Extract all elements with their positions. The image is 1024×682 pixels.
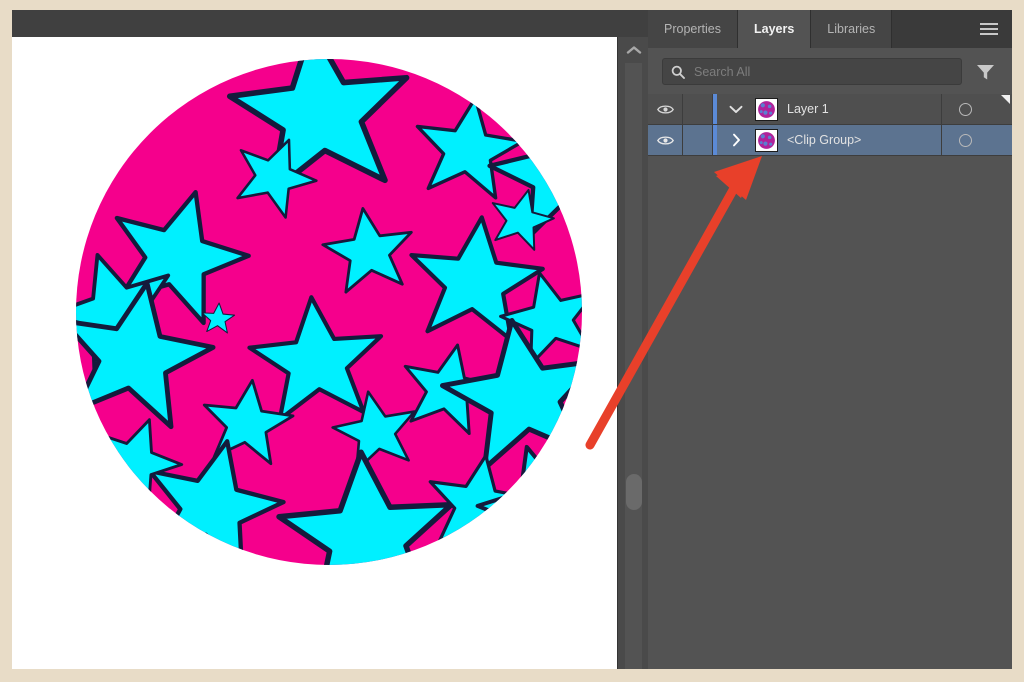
tab-layers-label: Layers <box>753 22 795 36</box>
layer-corner-marker <box>988 94 1012 124</box>
eye-icon <box>656 104 674 114</box>
clipped-star-pattern-artwork[interactable] <box>74 57 594 577</box>
panel-dock: Properties Layers Libraries Search All L… <box>648 10 1012 669</box>
lock-toggle-clip-group[interactable] <box>683 125 713 155</box>
search-box[interactable] <box>662 58 962 85</box>
search-input[interactable] <box>692 63 953 80</box>
eye-icon <box>656 135 674 145</box>
layer-list: Layer 1 <Clip Group> <box>648 94 1012 156</box>
layer-thumbnail-clip-group <box>755 128 778 152</box>
tab-libraries-label: Libraries <box>827 22 876 36</box>
target-indicator-layer-1[interactable] <box>941 94 988 124</box>
target-circle-icon <box>958 133 972 147</box>
lock-toggle-layer-1[interactable] <box>683 94 713 124</box>
visibility-toggle-layer-1[interactable] <box>648 94 683 124</box>
panel-menu-button[interactable] <box>972 10 1006 48</box>
layer-row-clip-group[interactable]: <Clip Group> <box>648 125 1012 156</box>
chevron-right-icon <box>732 133 740 147</box>
corner-triangle-icon <box>1001 95 1010 104</box>
layer-name-clip-group: <Clip Group> <box>787 133 862 147</box>
canvas-vertical-scrollbar[interactable] <box>617 37 649 669</box>
target-indicator-clip-group[interactable] <box>941 125 988 155</box>
scrollbar-thumb[interactable] <box>626 474 642 510</box>
artboard-canvas[interactable] <box>12 37 617 669</box>
tab-properties-label: Properties <box>664 22 721 36</box>
search-icon <box>671 65 685 79</box>
scroll-up-button[interactable] <box>618 37 649 63</box>
filter-funnel-icon <box>976 64 994 79</box>
layer-name-layer-1: Layer 1 <box>787 102 829 116</box>
tab-properties[interactable]: Properties <box>648 10 738 48</box>
target-circle-icon <box>958 102 972 116</box>
layer-corner-spacer <box>988 125 1012 155</box>
layer-thumbnail-layer-1 <box>755 97 778 121</box>
screenshot-root: Properties Layers Libraries Search All L… <box>0 0 1024 682</box>
document-toolbar <box>12 10 648 38</box>
filter-button[interactable] <box>970 58 1000 85</box>
disclosure-toggle-clip-group[interactable] <box>717 125 755 155</box>
disclosure-toggle-layer-1[interactable] <box>717 94 755 124</box>
document-area <box>12 10 649 669</box>
chevron-down-icon <box>729 105 743 113</box>
tab-libraries[interactable]: Libraries <box>811 10 893 48</box>
layers-search-row <box>648 48 1012 94</box>
visibility-toggle-clip-group[interactable] <box>648 125 683 155</box>
layer-row-layer-1[interactable]: Layer 1 <box>648 94 1012 125</box>
tab-layers[interactable]: Layers <box>737 10 812 48</box>
panel-tab-bar: Properties Layers Libraries <box>648 10 1012 48</box>
artboard-clip-wrapper <box>12 37 617 669</box>
hamburger-menu-icon <box>980 23 998 35</box>
scrollbar-track[interactable] <box>625 63 642 669</box>
application-window: Properties Layers Libraries Search All L… <box>12 10 1012 669</box>
chevron-up-icon <box>626 46 641 54</box>
